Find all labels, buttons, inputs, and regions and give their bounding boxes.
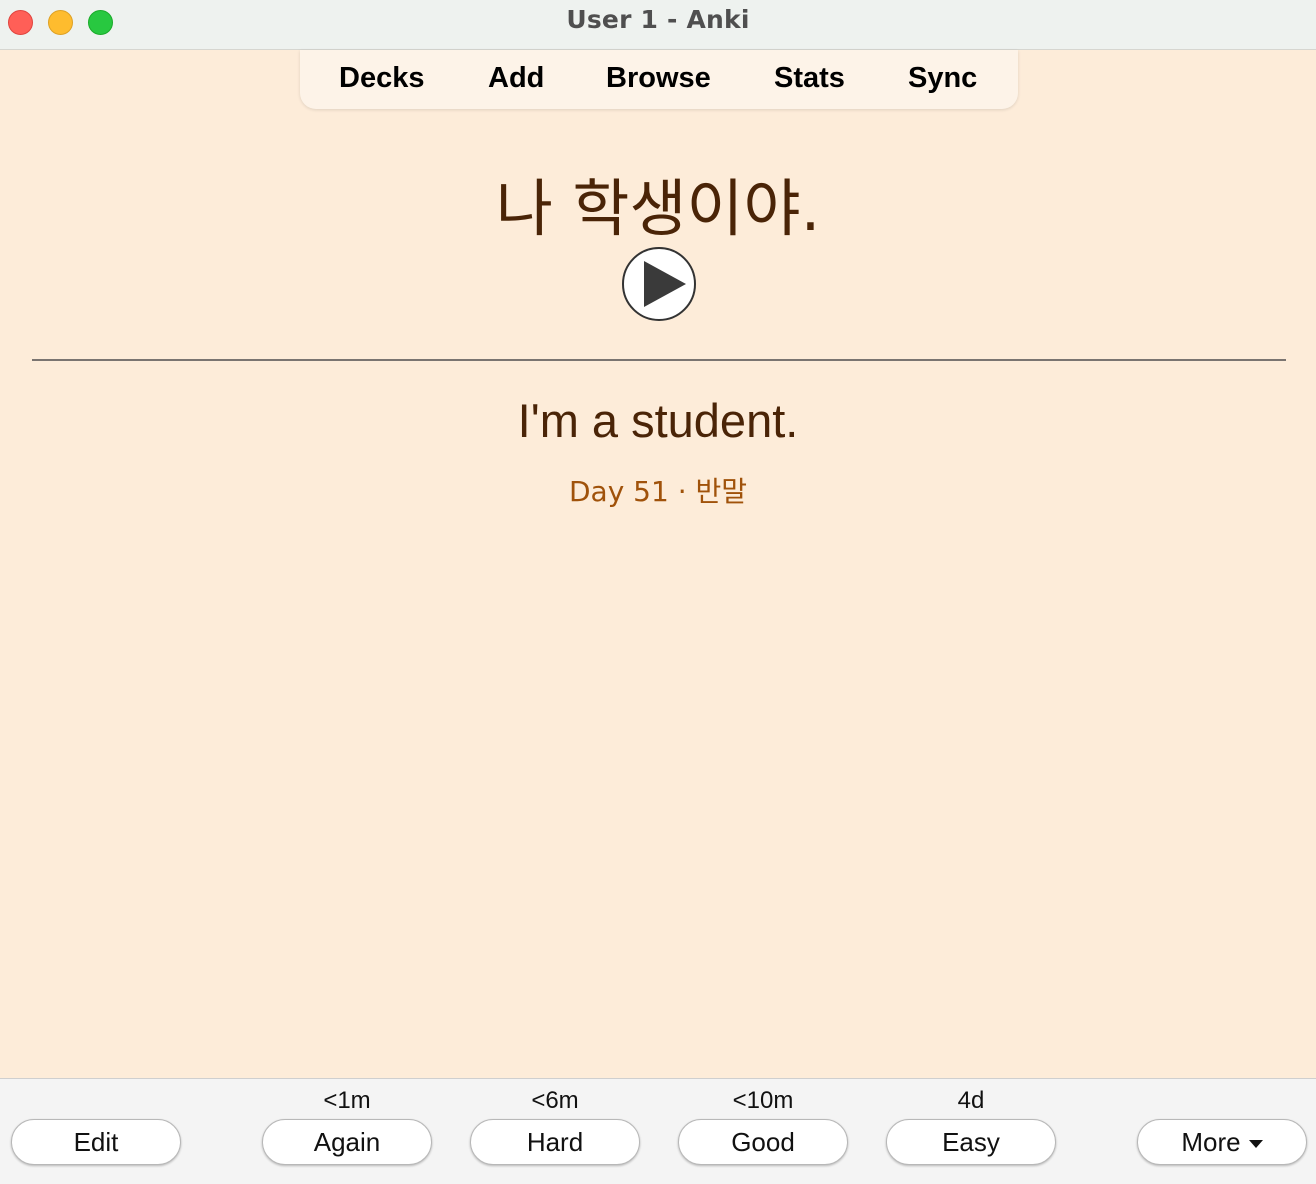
good-button[interactable]: Good — [678, 1119, 848, 1165]
easy-button[interactable]: Easy — [886, 1119, 1056, 1165]
answer-divider — [32, 359, 1286, 361]
play-icon — [644, 261, 686, 307]
hard-interval: <6m — [531, 1087, 579, 1114]
easy-interval: 4d — [957, 1087, 985, 1114]
card-meta-text: Day 51 · 반말 — [568, 475, 748, 508]
toolbar-decks-link[interactable]: Decks — [339, 62, 424, 95]
again-button[interactable]: Again — [262, 1119, 432, 1165]
toolbar-stats-link[interactable]: Stats — [774, 62, 845, 95]
caret-down-icon — [1248, 1140, 1263, 1149]
toolbar-add-link[interactable]: Add — [488, 62, 544, 95]
hard-button[interactable]: Hard — [470, 1119, 640, 1165]
card-back-text: I'm a student. — [517, 394, 799, 447]
play-audio-button[interactable] — [622, 247, 696, 321]
again-interval: <1m — [323, 1087, 371, 1114]
toolbar-browse-link[interactable]: Browse — [606, 62, 711, 95]
card-front-text: 나 학생이야. — [495, 172, 821, 245]
review-bottom-bar: Edit <1m Again <6m Hard <10m Good 4d Eas… — [0, 1078, 1316, 1184]
title-bar: User 1 - Anki — [0, 0, 1316, 50]
edit-button[interactable]: Edit — [11, 1119, 181, 1165]
main-toolbar: Decks Add Browse Stats Sync — [300, 50, 1018, 109]
toolbar-sync-link[interactable]: Sync — [908, 62, 977, 95]
good-interval: <10m — [732, 1087, 794, 1114]
more-button-label: More — [1181, 1127, 1241, 1157]
more-button[interactable]: More — [1137, 1119, 1307, 1165]
window-title: User 1 - Anki — [566, 5, 750, 34]
